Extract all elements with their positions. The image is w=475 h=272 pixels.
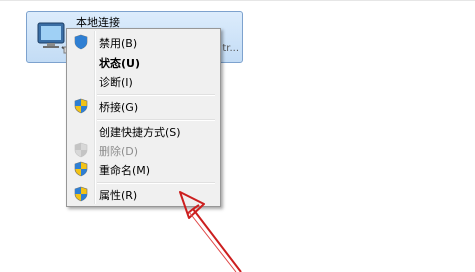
annotation-arrow: [179, 191, 242, 272]
